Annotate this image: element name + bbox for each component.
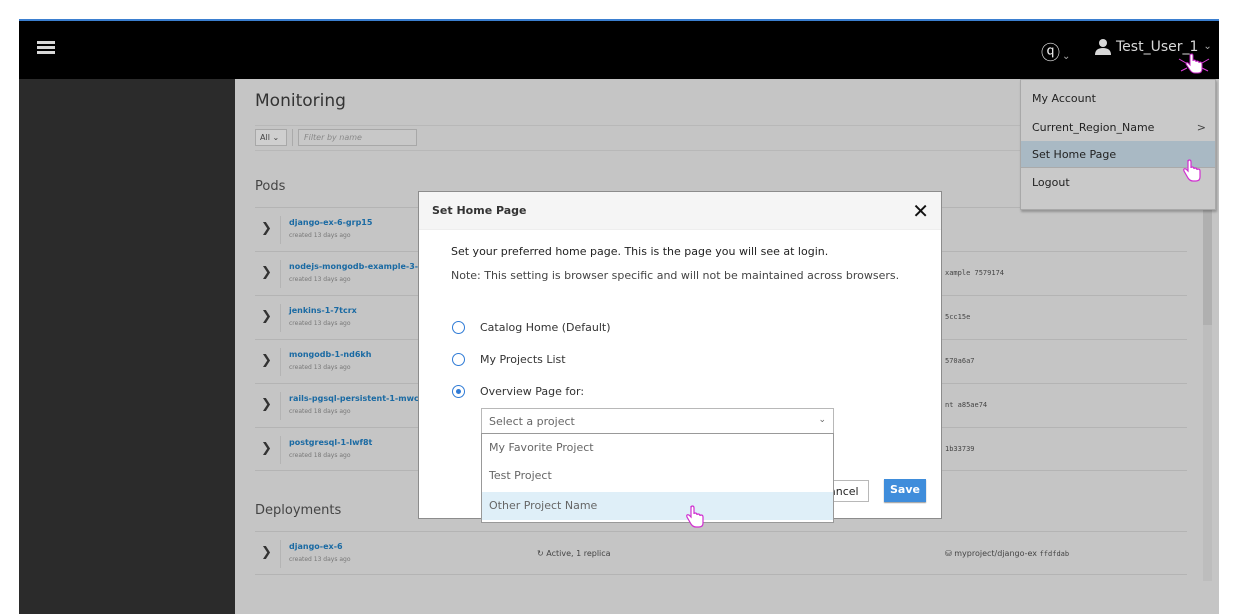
question-circle-icon: ⓠ — [1041, 42, 1061, 64]
pod-created: created 13 days ago — [289, 320, 351, 327]
save-button[interactable]: Save — [884, 479, 926, 502]
pod-image: xample 7579174 — [945, 269, 1005, 277]
pod-image: 5cc15e — [945, 313, 971, 321]
project-dropdown-list: My Favorite Project Test Project Other P… — [481, 433, 834, 523]
list-item: ❯ django-ex-6 created 13 days ago ↻ Acti… — [255, 531, 1187, 575]
expand-chevron-icon[interactable]: ❯ — [261, 353, 272, 368]
hand-cursor-icon — [1178, 53, 1210, 74]
sidebar — [19, 79, 235, 614]
expand-chevron-icon[interactable]: ❯ — [261, 545, 272, 560]
deployments-heading: Deployments — [255, 503, 342, 518]
help-menu-button[interactable]: ⓠ ⌄ — [1041, 38, 1070, 65]
pod-name-link[interactable]: jenkins-1-7tcrx — [289, 306, 357, 315]
pod-name-link[interactable]: mongodb-1-nd6kh — [289, 350, 371, 359]
deployment-created: created 13 days ago — [289, 556, 351, 563]
page-title: Monitoring — [255, 91, 346, 111]
type-select[interactable]: All ⌄ — [255, 129, 287, 146]
user-dropdown-menu: My Account Current_Region_Name > Set Hom… — [1020, 79, 1216, 210]
pod-image: 1b33739 — [945, 445, 975, 453]
project-option[interactable]: Test Project — [482, 462, 833, 490]
pod-created: created 13 days ago — [289, 364, 351, 371]
deployment-image: ⛁ myproject/django-ex ffdfdab — [945, 549, 1070, 558]
dialog-header: Set Home Page ✕ — [419, 192, 941, 230]
scrollbar-thumb[interactable] — [1203, 191, 1212, 325]
radio-button[interactable] — [452, 353, 465, 366]
user-icon — [1095, 39, 1111, 55]
layers-icon: ⛁ — [945, 549, 952, 558]
project-option[interactable]: My Favorite Project — [482, 434, 833, 462]
pod-created: created 13 days ago — [289, 276, 351, 283]
radio-catalog-home[interactable]: Catalog Home (Default) — [452, 321, 611, 334]
radio-my-projects[interactable]: My Projects List — [452, 353, 566, 366]
pod-created: created 13 days ago — [289, 232, 351, 239]
menu-item-my-account[interactable]: My Account — [1021, 80, 1215, 109]
hand-cursor-icon — [686, 505, 704, 528]
dialog-note: Note: This setting is browser specific a… — [451, 269, 900, 282]
pod-image: 570a6a7 — [945, 357, 975, 365]
hamburger-icon[interactable] — [37, 41, 55, 55]
expand-chevron-icon[interactable]: ❯ — [261, 265, 272, 280]
chevron-down-icon: ⌄ — [818, 415, 826, 425]
expand-chevron-icon[interactable]: ❯ — [261, 441, 272, 456]
close-icon[interactable]: ✕ — [912, 199, 929, 223]
project-option-highlighted[interactable]: Other Project Name — [482, 492, 833, 520]
pod-created: created 18 days ago — [289, 408, 351, 415]
divider — [292, 129, 293, 146]
project-select[interactable]: Select a project ⌄ — [481, 408, 834, 434]
deployments-list: ❯ django-ex-6 created 13 days ago ↻ Acti… — [255, 531, 1187, 575]
dialog-description: Set your preferred home page. This is th… — [451, 245, 829, 258]
expand-chevron-icon[interactable]: ❯ — [261, 397, 272, 412]
deployment-status: ↻ Active, 1 replica — [537, 549, 611, 558]
pod-image: nt a85ae74 — [945, 401, 988, 409]
pod-name-link[interactable]: rails-pgsql-persistent-1-mwcc7 — [289, 394, 429, 403]
pods-heading: Pods — [255, 179, 286, 194]
radio-button-selected[interactable] — [452, 385, 465, 398]
pod-name-link[interactable]: django-ex-6-grp15 — [289, 218, 372, 227]
menu-item-region[interactable]: Current_Region_Name > — [1021, 109, 1215, 138]
chevron-down-icon: ⌄ — [1062, 51, 1071, 62]
filter-input[interactable]: Filter by name — [298, 129, 417, 146]
pod-name-link[interactable]: postgresql-1-lwf8t — [289, 438, 372, 447]
expand-chevron-icon[interactable]: ❯ — [261, 221, 272, 236]
hand-cursor-icon — [1183, 159, 1201, 182]
pod-created: created 18 days ago — [289, 452, 351, 459]
radio-button[interactable] — [452, 321, 465, 334]
app-frame: ⓠ ⌄ Test_User_1 ⌄ Monitoring All ⌄ Filter… — [19, 19, 1219, 614]
radio-overview-page[interactable]: Overview Page for: — [452, 385, 584, 398]
submenu-arrow-icon: > — [1196, 121, 1206, 134]
dialog-title: Set Home Page — [432, 204, 527, 217]
expand-chevron-icon[interactable]: ❯ — [261, 309, 272, 324]
deployment-name-link[interactable]: django-ex-6 — [289, 542, 343, 551]
refresh-icon: ↻ — [537, 549, 544, 558]
navbar: ⓠ ⌄ Test_User_1 ⌄ — [19, 21, 1219, 79]
pod-name-link[interactable]: nodejs-mongodb-example-3-b — [289, 262, 424, 271]
